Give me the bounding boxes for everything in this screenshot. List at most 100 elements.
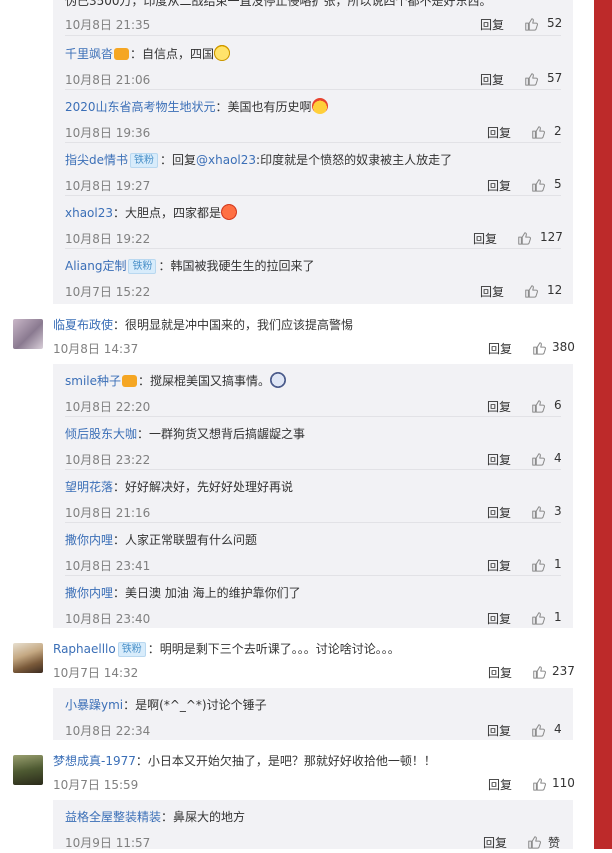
reply-button[interactable]: 回复 — [480, 283, 504, 300]
reply-text-continued: :印度就是个愤怒的奴隶被主人放走了 — [256, 153, 453, 167]
username-link[interactable]: 望明花落 — [65, 480, 113, 494]
reply-item: 撒你内哩：人家正常联盟有什么问题 10月8日 23:41 回复 1 — [65, 523, 562, 576]
reply-text: ：是啊(*^_^*)讨论个锤子 — [123, 698, 267, 712]
reply-button[interactable]: 回复 — [487, 451, 511, 468]
tongue-emoji-icon — [270, 372, 287, 388]
timestamp: 10月8日 14:37 — [53, 342, 139, 356]
reply-button[interactable]: 回复 — [487, 722, 511, 739]
username-link[interactable]: 撒你内哩 — [65, 586, 113, 600]
comment-text: ：小日本又开始欠抽了，是吧？那就好好收拾他一顿！！ — [135, 754, 436, 768]
reply-button[interactable]: 回复 — [487, 124, 511, 141]
like-count[interactable]: 5 — [554, 177, 562, 191]
thumbs-up-icon[interactable] — [531, 125, 545, 139]
timestamp: 10月8日 19:36 — [65, 126, 151, 140]
like-count[interactable]: 237 — [552, 664, 575, 678]
reply-item: Aliang定制 铁粉 ：韩国被我硬生生的拉回来了 10月7日 15:22 回复 1… — [65, 249, 562, 302]
username-link[interactable]: 益格全屋整装精装 — [65, 810, 161, 824]
sweat-glasses-emoji-icon — [214, 45, 231, 61]
comment-text: ：很明显就是冲中国来的，我们应该提高警惕 — [113, 318, 354, 332]
like-count[interactable]: 1 — [554, 557, 562, 571]
reply-button[interactable]: 回复 — [487, 610, 511, 627]
reply-button[interactable]: 回复 — [488, 664, 512, 681]
reply-item: 千里飒沓 ：自信点，四国 10月8日 21:06 回复 57 — [65, 37, 562, 90]
mention-link[interactable]: @xhaol23 — [196, 153, 256, 167]
username-link[interactable]: 撒你内哩 — [65, 533, 113, 547]
thumbs-up-icon[interactable] — [531, 611, 545, 625]
username-link[interactable]: 2020山东省高考物生地状元 — [65, 100, 216, 114]
fan-badge: 铁粉 — [128, 259, 157, 274]
comment-feed: 伪已3500万，印度从二战结束一直没停止侵略扩张，所以说四个都不是好东西。 10… — [0, 0, 586, 850]
timestamp: 10月8日 19:27 — [65, 179, 151, 193]
reply-text: ：好好解决好，先好好处理好再说 — [113, 480, 294, 494]
username-link[interactable]: xhaol23 — [65, 206, 113, 220]
timestamp: 10月8日 23:22 — [65, 453, 151, 467]
username-link[interactable]: 千里飒沓 — [65, 47, 113, 61]
fan-badge: 铁粉 — [117, 642, 146, 657]
reply-list: smile种子 ：搅屎棍美国又搞事情。 10月8日 22:20 回复 6 倾后股东… — [53, 364, 573, 628]
like-count[interactable]: 57 — [547, 71, 562, 85]
reply-list: 益格全屋整装精装：鼻屎大的地方 10月9日 11:57 回复 赞 — [53, 800, 573, 850]
like-count[interactable]: 4 — [554, 722, 562, 736]
reply-button[interactable]: 回复 — [488, 340, 512, 357]
thumbs-up-icon[interactable] — [531, 558, 545, 572]
username-link[interactable]: 梦想成真-1977 — [53, 754, 136, 768]
username-link[interactable]: Aliang定制 — [65, 259, 126, 273]
reply-item: 伪已3500万，印度从二战结束一直没停止侵略扩张，所以说四个都不是好东西。 10… — [65, 0, 562, 36]
thumbs-up-icon[interactable] — [531, 452, 545, 466]
reply-text: ：人家正常联盟有什么问题 — [113, 533, 258, 547]
thumbs-up-icon[interactable] — [517, 231, 531, 245]
reply-text: ：鼻屎大的地方 — [161, 810, 246, 824]
like-count[interactable]: 127 — [540, 230, 563, 244]
like-count[interactable]: 6 — [554, 398, 562, 412]
reply-button[interactable]: 回复 — [480, 71, 504, 88]
reply-item: 倾后股东大咖：一群狗货又想背后搞龌龊之事 10月8日 23:22 回复 4 — [65, 417, 562, 470]
reply-item: 2020山东省高考物生地状元：美国也有历史啊 10月8日 19:36 回复 2 — [65, 90, 562, 143]
like-count[interactable]: 380 — [552, 340, 575, 354]
username-link[interactable]: 倾后股东大咖 — [65, 427, 137, 441]
comment-item: 临夏布政使：很明显就是冲中国来的，我们应该提高警惕 10月8日 14:37 回复… — [0, 306, 586, 362]
like-count[interactable]: 110 — [552, 776, 575, 790]
thumbs-up-icon[interactable] — [531, 178, 545, 192]
like-count[interactable]: 赞 — [548, 834, 560, 851]
like-count[interactable]: 4 — [554, 451, 562, 465]
comment-item: 梦想成真-1977：小日本又开始欠抽了，是吧？那就好好收拾他一顿！！ 10月7日… — [0, 742, 586, 798]
like-count[interactable]: 52 — [547, 16, 562, 30]
reply-button[interactable]: 回复 — [473, 230, 497, 247]
timestamp: 10月8日 21:16 — [65, 506, 151, 520]
thumbs-up-icon[interactable] — [524, 17, 538, 31]
thumbs-up-icon[interactable] — [524, 284, 538, 298]
reply-item: xhaol23：大胆点，四家都是 10月8日 19:22 回复 127 — [65, 196, 563, 249]
reply-button[interactable]: 回复 — [487, 177, 511, 194]
like-count[interactable]: 1 — [554, 610, 562, 624]
reply-button[interactable]: 回复 — [488, 776, 512, 793]
username-link[interactable]: 临夏布政使 — [53, 318, 113, 332]
timestamp: 10月8日 22:20 — [65, 400, 151, 414]
timestamp: 10月8日 23:40 — [65, 612, 151, 626]
username-link[interactable]: 指尖de情书 — [65, 153, 128, 167]
thumbs-up-icon[interactable] — [532, 777, 546, 791]
thumbs-up-icon[interactable] — [531, 399, 545, 413]
reply-button[interactable]: 回复 — [487, 504, 511, 521]
thumbs-up-icon[interactable] — [531, 505, 545, 519]
like-count[interactable]: 3 — [554, 504, 562, 518]
reply-list: 小暴躁ymi：是啊(*^_^*)讨论个锤子 10月8日 22:34 回复 4 — [53, 688, 573, 740]
thumbs-up-icon[interactable] — [532, 665, 546, 679]
timestamp: 10月7日 14:32 — [53, 666, 139, 680]
reply-button[interactable]: 回复 — [483, 834, 507, 851]
thumbs-up-icon[interactable] — [524, 72, 538, 86]
thumbs-up-icon[interactable] — [527, 835, 541, 849]
timestamp: 10月8日 21:35 — [65, 18, 151, 32]
reply-button[interactable]: 回复 — [487, 557, 511, 574]
timestamp: 10月9日 11:57 — [65, 836, 151, 850]
username-link[interactable]: Raphaelllo — [53, 642, 116, 656]
thumbs-up-icon[interactable] — [531, 723, 545, 737]
page-side-strip — [594, 0, 612, 849]
reply-button[interactable]: 回复 — [487, 398, 511, 415]
like-count[interactable]: 2 — [554, 124, 562, 138]
thumbs-up-icon[interactable] — [532, 341, 546, 355]
reply-item: 益格全屋整装精装：鼻屎大的地方 10月9日 11:57 回复 赞 — [65, 800, 561, 853]
username-link[interactable]: smile种子 — [65, 374, 121, 388]
username-link[interactable]: 小暴躁ymi — [65, 698, 123, 712]
reply-button[interactable]: 回复 — [480, 16, 504, 33]
like-count[interactable]: 12 — [547, 283, 562, 297]
